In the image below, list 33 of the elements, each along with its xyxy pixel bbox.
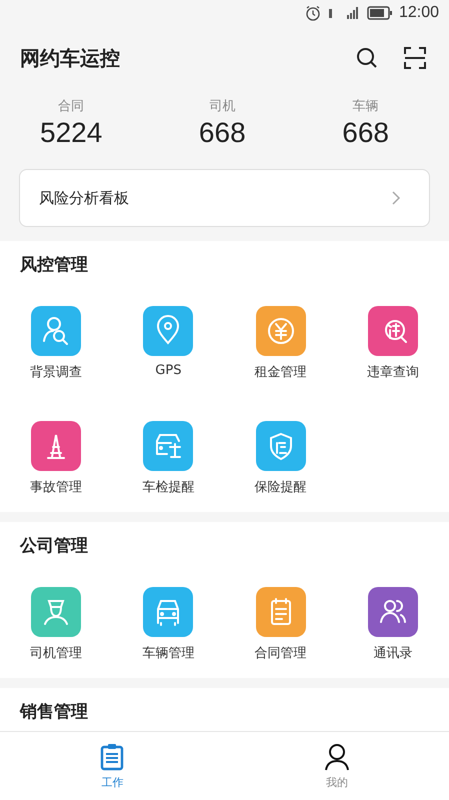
person-icon <box>324 742 349 770</box>
search-icon[interactable] <box>355 46 379 70</box>
menu-item[interactable]: 车检提醒 <box>112 421 224 496</box>
stat-label: 车辆 <box>352 98 379 115</box>
app-title: 网约车运控 <box>20 44 121 72</box>
menu-item[interactable]: 保险提醒 <box>224 421 337 496</box>
menu-item[interactable]: 背景调查 <box>0 306 112 381</box>
tab[interactable]: 我的 <box>224 732 449 800</box>
stat-label: 司机 <box>209 98 236 115</box>
menu-item[interactable]: 租金管理 <box>224 306 337 381</box>
signal-icon <box>326 6 361 20</box>
section-title: 风控管理 <box>18 254 89 276</box>
stat-value: 668 <box>342 117 389 149</box>
scan-icon[interactable] <box>403 46 427 70</box>
menu-item[interactable]: 事故管理 <box>0 421 112 496</box>
status-time: 12:00 <box>398 4 439 22</box>
menu-item[interactable]: 司机管理 <box>0 587 112 662</box>
battery-icon <box>366 6 393 20</box>
stat-label: 合同 <box>58 98 84 115</box>
stat-value: 668 <box>198 117 246 149</box>
stat-value: 5224 <box>40 117 102 149</box>
menu-item[interactable]: 违章查询 <box>336 306 449 381</box>
risk-board-link[interactable]: 风险分析看板 <box>19 169 430 227</box>
menu-item[interactable]: 合同管理 <box>224 587 337 662</box>
menu-item[interactable]: 车辆管理 <box>112 587 224 662</box>
tab[interactable]: 工作 <box>0 732 224 800</box>
menu-item[interactable]: GPS <box>112 306 224 381</box>
alarm-icon <box>304 4 321 20</box>
menu-item[interactable]: 通讯录 <box>336 587 449 662</box>
section-title: 销售管理 <box>18 701 89 723</box>
section-title: 公司管理 <box>18 535 89 557</box>
clipboard-icon <box>100 742 124 770</box>
chevron-right-icon <box>391 190 401 206</box>
